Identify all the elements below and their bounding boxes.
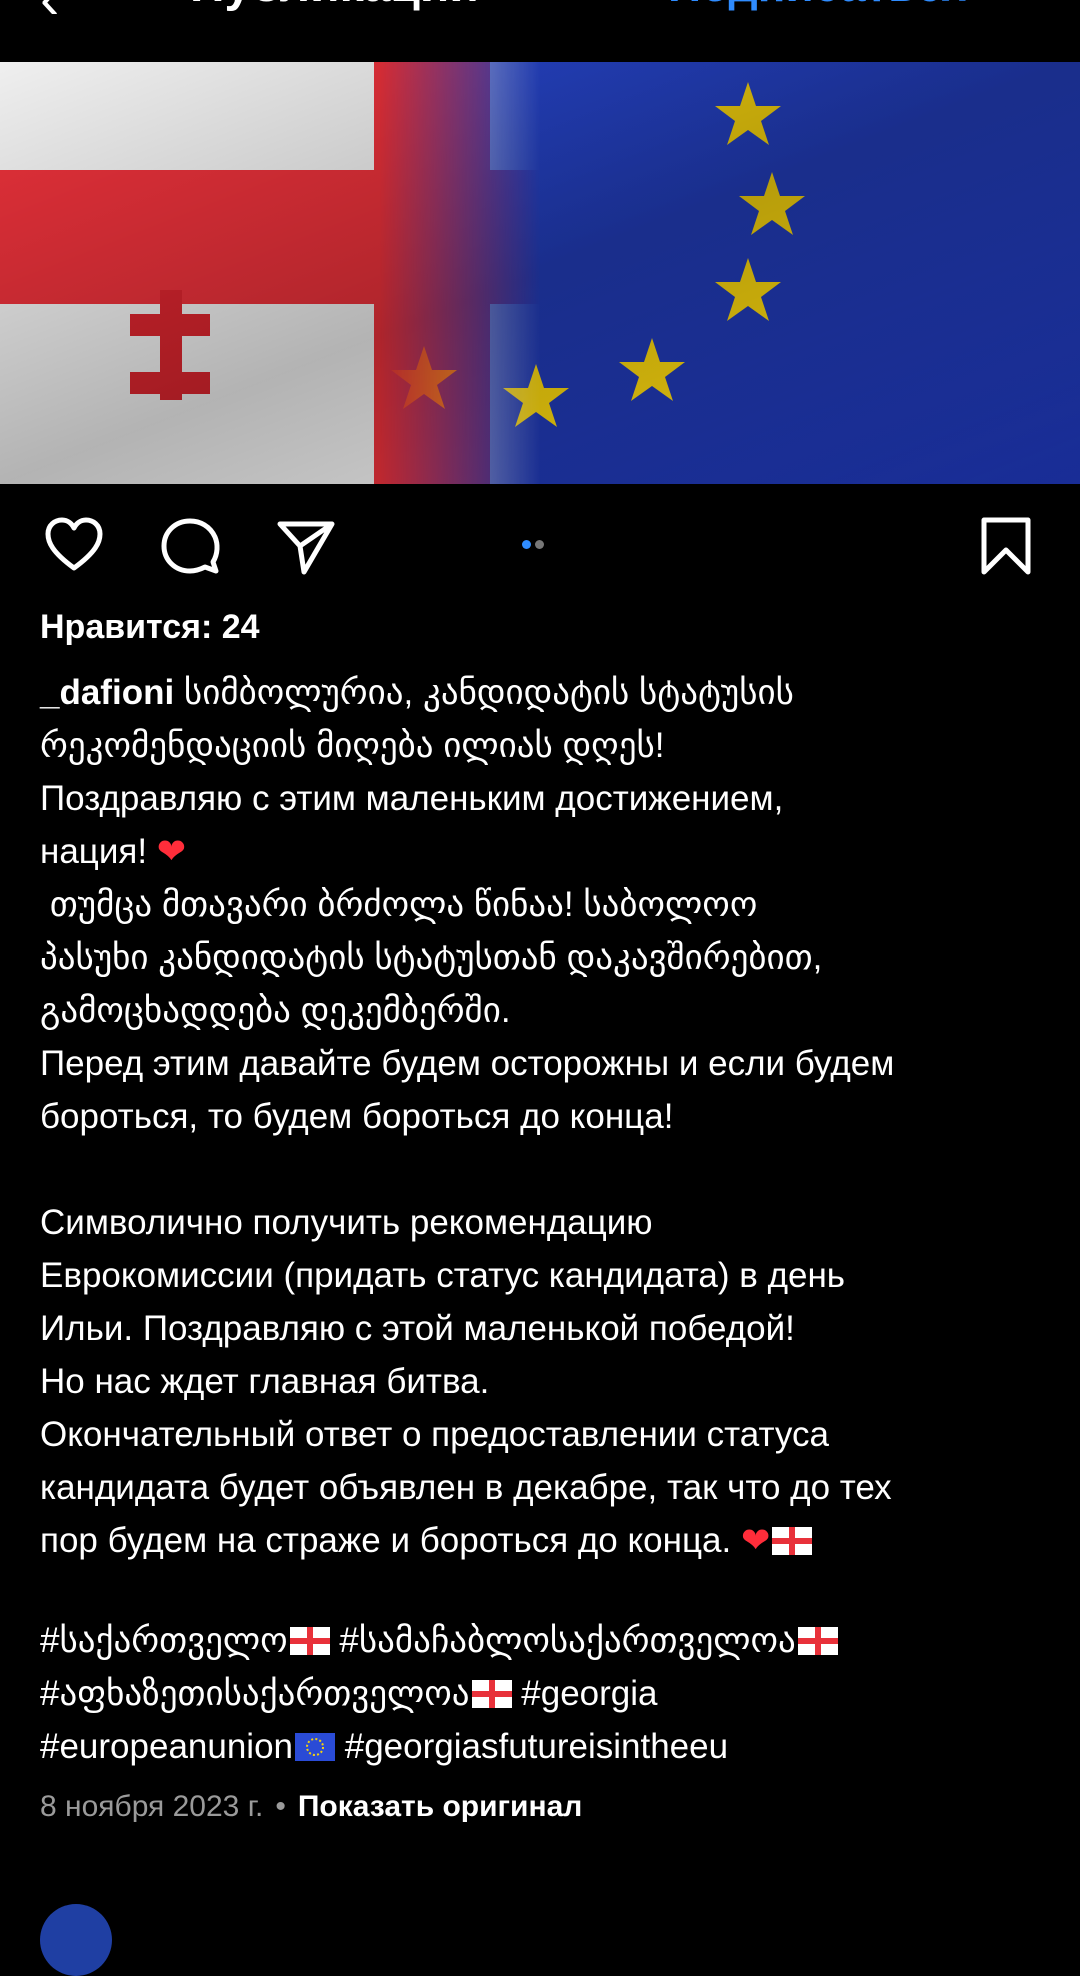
avatar[interactable] xyxy=(40,1904,112,1976)
page-title: Публикации xyxy=(190,0,479,10)
post-meta: 8 ноября 2023 г. • Показать оригинал xyxy=(40,1790,582,1824)
bookmark-icon[interactable] xyxy=(974,514,1038,578)
caption-line: Поздравляю с этим маленьким достижением, xyxy=(40,779,784,818)
caption-line: Но нас ждет главная битва. xyxy=(40,1362,490,1401)
georgia-eu-flags-image xyxy=(0,62,1080,484)
georgia-flag-icon xyxy=(797,1627,838,1655)
caption-line: Перед этим давайте будем осторожны и есл… xyxy=(40,1044,895,1083)
carousel-dot xyxy=(535,540,544,549)
caption-line: თუმცა მთავარი ბრძოლა წინაა! საბოლოო xyxy=(40,885,758,924)
eu-flag-icon xyxy=(295,1733,336,1761)
hashtag-link[interactable]: #აფხაზეთისაქართველოა xyxy=(40,1674,470,1713)
caption-line: Еврокомиссии (придать статус кандидата) … xyxy=(40,1256,846,1295)
caption-line: სიმბოლურია, კანდიდატის სტატუსის xyxy=(174,673,794,712)
caption-line: бороться, то будем бороться до конца! xyxy=(40,1097,674,1136)
likes-count[interactable]: Нравится: 24 xyxy=(40,608,260,647)
hashtag-link[interactable]: #georgiasfutureisintheeu xyxy=(345,1727,728,1766)
hashtag-link[interactable]: #georgia xyxy=(521,1674,657,1713)
back-arrow-icon[interactable]: ‹ xyxy=(40,0,59,28)
georgia-flag-icon xyxy=(772,1527,813,1555)
comment-bubble-icon[interactable] xyxy=(158,514,222,578)
heart-emoji: ❤ xyxy=(156,832,187,871)
caption-line: кандидата будет объявлен в декабре, так … xyxy=(40,1468,892,1507)
carousel-dot-active xyxy=(522,540,531,549)
hashtag-link[interactable]: #europeanunion xyxy=(40,1727,293,1766)
show-original-link[interactable]: Показать оригинал xyxy=(298,1790,583,1823)
heart-emoji: ❤ xyxy=(740,1521,771,1560)
caption-line: გამოცხადდება დეკემბერში. xyxy=(40,991,511,1030)
meta-separator: • xyxy=(275,1790,286,1823)
georgia-flag-icon xyxy=(289,1627,330,1655)
caption-line: Символично получить рекомендацию xyxy=(40,1203,653,1242)
caption-line: пор будем на страже и бороться до конца. xyxy=(40,1521,741,1560)
georgia-flag-icon xyxy=(471,1680,512,1708)
heart-outline-icon[interactable] xyxy=(42,514,106,578)
post-caption: _dafioni სიმბოლურია, კანდიდატის სტატუსის… xyxy=(40,666,1050,1567)
carousel-indicator xyxy=(522,536,548,554)
caption-line: нация! xyxy=(40,832,157,871)
post-image[interactable] xyxy=(0,62,1080,484)
caption-line: პასუხი კანდიდატის სტატუსთან დაკავშირებით… xyxy=(40,938,823,977)
top-bar: ‹ Публикации Подписаться xyxy=(0,0,1080,62)
hashtags: #საქართველო #სამაჩაბლოსაქართველოა #აფხაზე… xyxy=(40,1614,1050,1773)
caption-line: Окончательный ответ о предоставлении ста… xyxy=(40,1415,829,1454)
paper-plane-icon[interactable] xyxy=(274,514,338,578)
caption-line: რეკომენდაციის მიღება ილიას დღეს! xyxy=(40,726,665,765)
hashtag-link[interactable]: #საქართველო xyxy=(40,1621,288,1660)
hashtag-link[interactable]: #სამაჩაბლოსაქართველოა xyxy=(339,1621,795,1660)
follow-button[interactable]: Подписаться xyxy=(668,0,969,8)
caption-username[interactable]: _dafioni xyxy=(40,673,174,712)
caption-line: Ильи. Поздравляю с этой маленькой победо… xyxy=(40,1309,795,1348)
post-date: 8 ноября 2023 г. xyxy=(40,1790,264,1823)
